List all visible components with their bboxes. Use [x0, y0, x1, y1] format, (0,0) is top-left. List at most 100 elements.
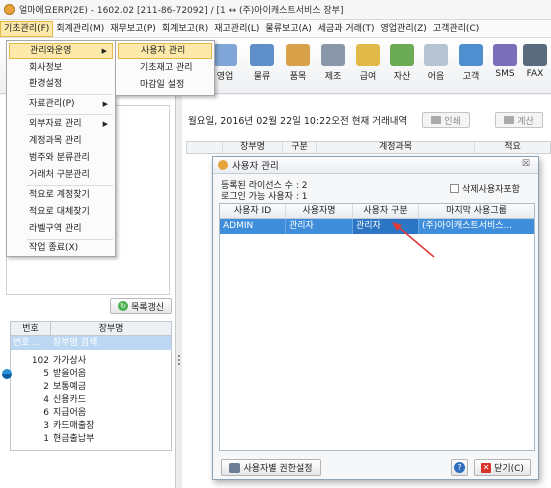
table-row[interactable]: 1 현금출납부: [11, 433, 171, 446]
items-icon: [286, 44, 310, 66]
toolbar-assets-button[interactable]: 자산: [384, 42, 420, 90]
menu-item-find-replace-by-memo[interactable]: 적요로 대체찾기: [9, 204, 113, 220]
user-permissions-button[interactable]: 사용자별 권한설정: [221, 459, 321, 476]
splitter-grip-icon[interactable]: [178, 355, 180, 365]
row-name: 지급어음: [53, 408, 87, 418]
basic-management-menu: 관리와운영 ▶ 회사정보 환경설정 자료관리(P) ▶ 외부자료 관리 ▶ 계정…: [6, 40, 116, 257]
customer-icon: [459, 44, 483, 66]
submenu-initial-inventory[interactable]: 기초재고 관리: [118, 60, 212, 76]
row-no: 3: [43, 421, 49, 431]
sms-icon: [493, 44, 517, 66]
include-deleted-checkbox[interactable]: [450, 184, 459, 193]
toolbar-items-button[interactable]: 품목: [280, 42, 316, 90]
menu-item-external-data[interactable]: 외부자료 관리 ▶: [9, 116, 113, 132]
management-submenu: 사용자 관리 기초재고 관리 마감일 설정: [115, 40, 215, 96]
toolbar-label: 어음: [427, 72, 445, 82]
row-name: 받을어음: [53, 369, 87, 379]
print-button[interactable]: 인쇄: [422, 112, 470, 128]
user-permissions-label: 사용자별 권한설정: [243, 464, 313, 474]
close-icon: ✕: [481, 462, 492, 473]
user-table-header: 사용자 ID 사용자명 사용자 구분 마지막 사용그룹: [220, 204, 534, 219]
help-button[interactable]: ?: [451, 459, 468, 476]
menu-divider: [27, 114, 113, 115]
toolbar-manufacturing-button[interactable]: 제조: [315, 42, 351, 90]
ledger-search-row[interactable]: 번호 ... 장부명 검색: [11, 336, 171, 350]
menu-tax-transactions[interactable]: 세금과 거래(T): [315, 21, 378, 37]
toolbar-logistics-button[interactable]: 물류: [244, 42, 280, 90]
col-user-type[interactable]: 사용자 구분: [353, 204, 419, 218]
print-label: 인쇄: [444, 116, 461, 127]
menu-accounting[interactable]: 회계관리(M): [53, 21, 107, 37]
menu-accounting-report[interactable]: 회계보고(R): [159, 21, 211, 37]
menu-item-find-account-by-memo[interactable]: 적요로 계정찾기: [9, 187, 113, 203]
toolbar-sms-button[interactable]: SMS: [487, 42, 523, 90]
menu-item-settings[interactable]: 환경설정: [9, 76, 113, 92]
assets-icon: [390, 44, 414, 66]
menu-item-account-management[interactable]: 계정과목 관리: [9, 133, 113, 149]
help-icon: ?: [454, 462, 465, 473]
calculate-button[interactable]: 계산: [495, 112, 543, 128]
menu-logistics-report[interactable]: 물류보고(A): [262, 21, 314, 37]
table-row[interactable]: 102 가가상사: [11, 355, 171, 368]
dialog-close-icon[interactable]: ☒: [522, 159, 530, 169]
table-row[interactable]: 2 보통예금: [11, 381, 171, 394]
menu-item-company-info[interactable]: 회사정보: [9, 60, 113, 76]
grid-col-account[interactable]: 계정과목: [317, 142, 475, 153]
table-row[interactable]: 4 신용카드: [11, 394, 171, 407]
dialog-title-bar[interactable]: 사용자 관리 ☒: [213, 157, 538, 174]
col-name[interactable]: 장부명: [51, 322, 171, 335]
include-deleted-option[interactable]: 삭제사용자포함: [450, 182, 520, 195]
calculator-icon: [504, 116, 515, 124]
toolbar-bills-button[interactable]: 어음: [418, 42, 454, 90]
col-user-id[interactable]: 사용자 ID: [220, 204, 286, 218]
search-no-field[interactable]: 번호 ...: [11, 336, 51, 350]
menu-basic-management[interactable]: 기초관리(F): [0, 20, 54, 37]
menu-item-label: 자료관리(P): [29, 99, 75, 109]
submenu-arrow-icon: ▶: [101, 47, 107, 55]
menu-item-partner-groups[interactable]: 거래처 구분관리: [9, 167, 113, 183]
submenu-arrow-icon: ▶: [102, 120, 108, 128]
grid-col-type[interactable]: 구분: [283, 142, 317, 153]
refresh-icon: ↻: [117, 301, 128, 311]
col-no[interactable]: 번호: [11, 322, 51, 335]
toolbar-label: 급여: [359, 72, 377, 82]
login-user-count: 로그인 가능 사용자 : 1: [221, 192, 308, 202]
col-user-name[interactable]: 사용자명: [286, 204, 353, 218]
submenu-closing-date[interactable]: 마감일 설정: [118, 77, 212, 93]
toolbar-payroll-button[interactable]: 급여: [350, 42, 386, 90]
table-row[interactable]: 6 지급어음: [11, 407, 171, 420]
menu-financial-report[interactable]: 재무보고(P): [107, 21, 159, 37]
menu-item-category-management[interactable]: 범주와 분류관리: [9, 150, 113, 166]
row-no: 6: [43, 408, 49, 418]
toolbar-customer-button[interactable]: 고객: [453, 42, 489, 90]
toolbar-fax-button[interactable]: FAX: [520, 42, 550, 90]
row-no: 4: [43, 395, 49, 405]
current-row-marker-icon: [2, 369, 12, 379]
menu-divider: [27, 94, 113, 95]
grid-col-ledger[interactable]: 장부명: [223, 142, 283, 153]
cell-user-name: 관리자: [286, 219, 353, 234]
col-last-group[interactable]: 마지막 사용그룹: [419, 204, 534, 218]
refresh-list-button[interactable]: ↻ 목록갱신: [110, 298, 172, 314]
menu-item-management[interactable]: 관리와운영 ▶: [9, 43, 113, 59]
title-bar: 얼마에요ERP(2E) - 1602.02 [211-86-72092] / […: [0, 0, 551, 20]
annotation-arrow-icon: [392, 222, 435, 258]
menu-item-label-area[interactable]: 라벨구역 관리: [9, 221, 113, 237]
table-row[interactable]: 3 카드매출장: [11, 420, 171, 433]
grid-col-memo[interactable]: 적요: [475, 142, 550, 153]
menu-item-label: 관리와운영: [30, 46, 72, 56]
menu-item-exit[interactable]: 작업 종료(X): [9, 240, 113, 256]
submenu-user-management[interactable]: 사용자 관리: [118, 43, 212, 59]
table-row[interactable]: ADMIN 관리자 관리자 (주)아이캐스트서비스...: [220, 219, 534, 234]
menu-sales[interactable]: 영업관리(Z): [378, 21, 430, 37]
close-button[interactable]: ✕ 닫기(C): [474, 459, 531, 476]
manufacturing-icon: [321, 44, 345, 66]
menu-item-data-management[interactable]: 자료관리(P) ▶: [9, 96, 113, 112]
grid-col-check[interactable]: [187, 142, 223, 153]
menu-inventory[interactable]: 재고관리(L): [211, 21, 262, 37]
menu-customer[interactable]: 고객관리(C): [430, 21, 482, 37]
search-name-field[interactable]: 장부명 검색: [51, 336, 171, 350]
ledger-table-header: 번호 장부명: [11, 322, 171, 336]
bills-icon: [424, 44, 448, 66]
table-row[interactable]: 5 받을어음: [11, 368, 171, 381]
